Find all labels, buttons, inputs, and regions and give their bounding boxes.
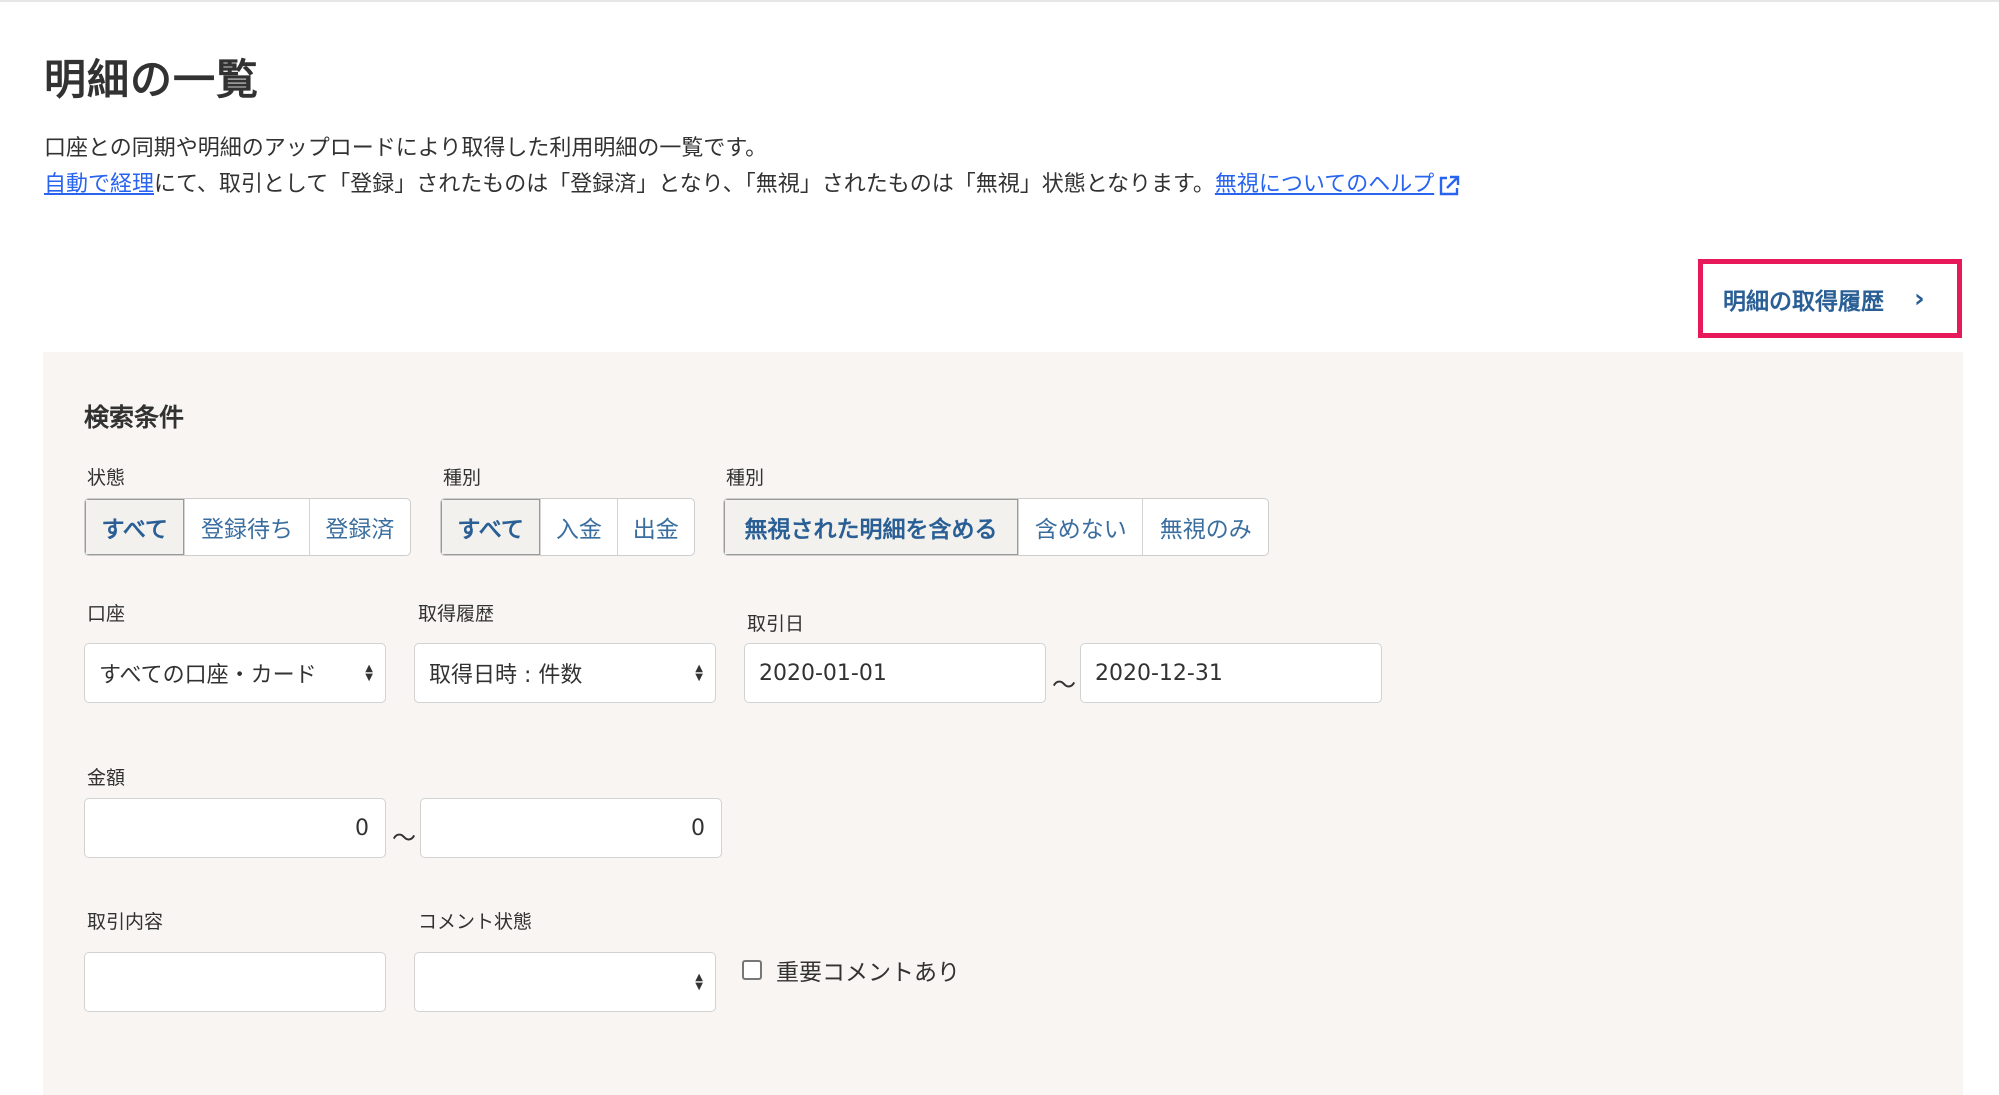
amount-to-input[interactable]: 0 xyxy=(420,798,722,858)
account-label: 口座 xyxy=(87,603,126,625)
description-line-1: 口座との同期や明細のアップロードにより取得した利用明細の一覧です。 xyxy=(44,136,768,161)
ignore-help-link[interactable]: 無視についてのヘルプ xyxy=(1215,172,1462,197)
transaction-date-label: 取引日 xyxy=(747,613,805,635)
page-title: 明細の一覧 xyxy=(44,55,260,104)
status-option-all[interactable]: すべて xyxy=(85,499,185,555)
status-option-pending[interactable]: 登録待ち xyxy=(184,499,308,555)
important-comment-checkbox[interactable]: 重要コメントあり xyxy=(742,953,960,987)
date-to-input[interactable]: 2020-12-31 xyxy=(1080,643,1382,703)
important-comment-label: 重要コメントあり xyxy=(776,960,960,986)
amount-from-input[interactable]: 0 xyxy=(84,798,386,858)
fetch-history-select-value: 取得日時 : 件数 xyxy=(429,663,583,688)
select-arrows-icon: ▲ ▼ xyxy=(695,972,703,992)
top-divider xyxy=(0,0,1999,2)
status-segmented: すべて 登録待ち 登録済 xyxy=(84,498,411,556)
transaction-content-input[interactable] xyxy=(84,952,386,1012)
external-link-icon xyxy=(1440,175,1460,196)
amount-to-value: 0 xyxy=(691,815,705,841)
description-line-2: 自動で経理にて、取引として「登録」されたものは「登録済」となり、「無視」されたも… xyxy=(44,170,1462,200)
account-select[interactable]: すべての口座・カード ▲ ▼ xyxy=(84,643,386,703)
ignore-type-label: 種別 xyxy=(726,467,765,489)
status-option-registered[interactable]: 登録済 xyxy=(308,499,410,555)
ignore-option-exclude[interactable]: 含めない xyxy=(1017,499,1143,555)
comment-status-select[interactable]: ▲ ▼ xyxy=(414,952,716,1012)
type-option-deposit[interactable]: 入金 xyxy=(540,499,616,555)
description-text: にて、取引として「登録」されたものは「登録済」となり、「無視」されたものは「無視… xyxy=(154,172,1215,197)
select-arrows-icon: ▲ ▼ xyxy=(695,663,703,683)
checkbox-box[interactable] xyxy=(742,960,762,980)
date-range-separator: ～ xyxy=(1052,671,1076,699)
type-segmented: すべて 入金 出金 xyxy=(440,498,695,556)
ignore-help-link-label: 無視についてのヘルプ xyxy=(1214,172,1435,197)
ignore-option-only[interactable]: 無視のみ xyxy=(1142,499,1268,555)
ignore-type-segmented: 無視された明細を含める 含めない 無視のみ xyxy=(723,498,1269,556)
type-option-all[interactable]: すべて xyxy=(441,499,541,555)
account-select-value: すべての口座・カード xyxy=(99,663,317,688)
fetch-history-link[interactable]: 明細の取得履歴 › xyxy=(1698,259,1962,338)
fetch-history-select[interactable]: 取得日時 : 件数 ▲ ▼ xyxy=(414,643,716,703)
amount-from-value: 0 xyxy=(355,815,369,841)
type-label: 種別 xyxy=(443,467,482,489)
chevron-right-icon: › xyxy=(1914,283,1925,314)
auto-accounting-link[interactable]: 自動で経理 xyxy=(44,172,154,197)
status-label: 状態 xyxy=(87,467,126,489)
select-arrows-icon: ▲ ▼ xyxy=(365,663,373,683)
amount-label: 金額 xyxy=(87,767,126,789)
fetch-history-label: 明細の取得履歴 xyxy=(1723,288,1884,315)
comment-status-label: コメント状態 xyxy=(418,911,533,933)
date-from-input[interactable]: 2020-01-01 xyxy=(744,643,1046,703)
search-title: 検索条件 xyxy=(84,403,185,432)
transaction-content-label: 取引内容 xyxy=(87,911,164,933)
amount-range-separator: ～ xyxy=(392,824,416,852)
type-option-withdrawal[interactable]: 出金 xyxy=(616,499,694,555)
date-from-value: 2020-01-01 xyxy=(759,660,887,686)
ignore-option-include[interactable]: 無視された明細を含める xyxy=(724,499,1018,555)
date-to-value: 2020-12-31 xyxy=(1095,660,1223,686)
fetch-history-filter-label: 取得履歴 xyxy=(418,603,495,625)
